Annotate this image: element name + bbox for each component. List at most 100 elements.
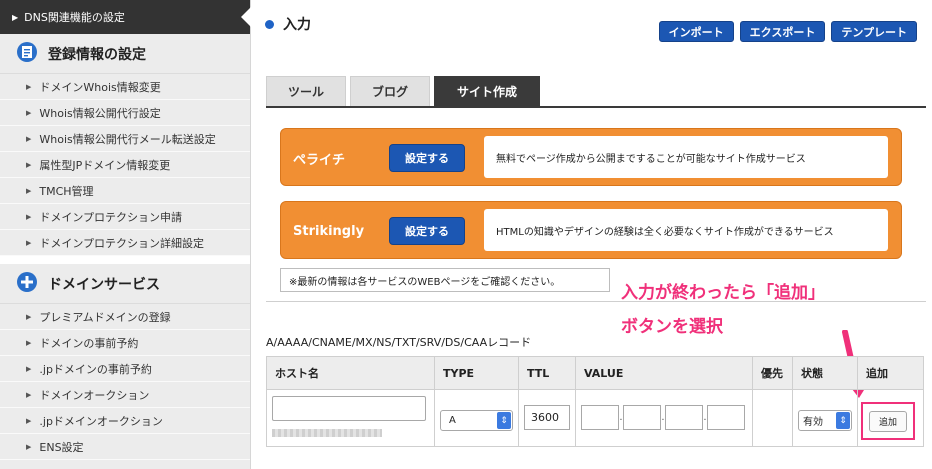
triangle-right-icon: ▶ <box>26 186 32 195</box>
service-description: 無料でページ作成から公開まですることが可能なサイト作成サービス <box>484 136 888 178</box>
column-header: VALUE <box>575 356 753 390</box>
column-header: TTL <box>518 356 576 390</box>
ip-octet-input[interactable] <box>665 405 703 430</box>
configure-button[interactable]: 設定する <box>389 217 465 245</box>
sidebar-item-protection-detail[interactable]: ▶ ドメインプロテクション詳細設定 <box>0 230 250 256</box>
tab-panel: ペライチ 設定する 無料でページ作成から公開まですることが可能なサイト作成サービ… <box>266 106 926 302</box>
record-types-label: A/AAAA/CNAME/MX/NS/TXT/SRV/DS/CAAレコード <box>266 336 532 349</box>
tab-site-builder[interactable]: サイト作成 <box>434 76 540 106</box>
tab-blog[interactable]: ブログ <box>350 76 430 106</box>
column-header: 追加 <box>857 356 924 390</box>
template-button[interactable]: テンプレート <box>831 21 917 42</box>
type-select[interactable]: A ⇕ <box>440 410 513 431</box>
ip-octet-input[interactable] <box>623 405 661 430</box>
ip-address-fields: . . . <box>581 405 747 430</box>
sidebar-item-whois-proxy[interactable]: ▶ Whois情報公開代行設定 <box>0 100 250 126</box>
sidebar-item-label: ドメインプロテクション詳細設定 <box>39 236 205 250</box>
sidebar-item-ens[interactable]: ▶ ENS設定 <box>0 434 250 460</box>
main-content: 入力 インポート エクスポート テンプレート ツール ブログ サイト作成 ペライ… <box>251 0 932 469</box>
add-record-button[interactable]: 追加 <box>869 410 907 432</box>
configure-button[interactable]: 設定する <box>389 144 465 172</box>
triangle-right-icon: ▶ <box>26 108 32 117</box>
host-cell <box>266 389 435 447</box>
service-card-strikingly: Strikingly 設定する HTMLの知識やデザインの経験は全く必要なくサイ… <box>280 201 902 259</box>
sidebar-item-label: Whois情報公開代行メール転送設定 <box>39 132 216 146</box>
sidebar-item-label: ドメインプロテクション申請 <box>39 210 183 224</box>
bullet-dot-icon <box>265 19 274 29</box>
sidebar-item-label: Whois情報公開代行設定 <box>39 106 161 120</box>
triangle-right-icon: ▶ <box>26 442 32 451</box>
host-name-input[interactable] <box>272 396 426 421</box>
sidebar-item-label: .jpドメインの事前予約 <box>39 362 152 376</box>
sidebar-item-whois-mail-forward[interactable]: ▶ Whois情報公開代行メール転送設定 <box>0 126 250 152</box>
host-hint-text <box>272 429 382 437</box>
sidebar-item-whois-change[interactable]: ▶ ドメインWhois情報変更 <box>0 74 250 100</box>
ip-octet-input[interactable] <box>707 405 745 430</box>
sidebar-item-tmch[interactable]: ▶ TMCH管理 <box>0 178 250 204</box>
plus-circle-icon <box>16 271 38 297</box>
sidebar: ▶ DNS関連機能の設定 登録情報の設定 ▶ ドメインWhois情報変更 ▶ Who… <box>0 0 251 469</box>
table-row: A ⇕ 3600 . . . 有効 ⇕ 追加 <box>266 389 924 447</box>
triangle-right-icon: ▶ <box>26 338 32 347</box>
column-header: 優先 <box>752 356 793 390</box>
triangle-right-icon: ▶ <box>26 160 32 169</box>
sidebar-item-jp-auction[interactable]: ▶ .jpドメインオークション <box>0 408 250 434</box>
import-button[interactable]: インポート <box>658 21 734 42</box>
triangle-right-icon: ▶ <box>26 364 32 373</box>
triangle-right-icon: ▶ <box>12 12 19 22</box>
selected-value: 有効 <box>803 417 823 428</box>
status-cell: 有効 ⇕ <box>792 389 858 447</box>
highlight-box: 追加 <box>861 402 915 440</box>
toolbar: インポート エクスポート テンプレート <box>658 21 917 42</box>
column-header: ホスト名 <box>266 356 435 390</box>
page-title: 入力 <box>265 14 311 34</box>
status-select[interactable]: 有効 ⇕ <box>798 410 852 431</box>
priority-cell <box>752 389 793 447</box>
chevron-updown-icon: ⇕ <box>836 412 850 429</box>
annotation-callout: 入力が終わったら「追加」 ボタンを選択 <box>621 276 825 344</box>
sidebar-item-label: .jpドメインオークション <box>39 414 163 428</box>
tab-bar: ツール ブログ サイト作成 <box>266 76 540 106</box>
service-name: Strikingly <box>293 223 365 239</box>
column-header: 状態 <box>792 356 858 390</box>
service-description: HTMLの知識やデザインの経験は全く必要なくサイト作成ができるサービス <box>484 209 888 251</box>
sidebar-item-label: プレミアムドメインの登録 <box>39 310 171 324</box>
ip-octet-input[interactable] <box>581 405 619 430</box>
annotation-line: ボタンを選択 <box>621 317 723 337</box>
document-stack-icon <box>16 41 38 67</box>
page-title-text: 入力 <box>283 17 311 33</box>
chevron-updown-icon: ⇕ <box>497 412 511 429</box>
ttl-input[interactable]: 3600 <box>524 405 570 430</box>
triangle-right-icon: ▶ <box>26 212 32 221</box>
page: ▶ DNS関連機能の設定 登録情報の設定 ▶ ドメインWhois情報変更 ▶ Who… <box>0 0 932 469</box>
column-header: TYPE <box>434 356 519 390</box>
type-cell: A ⇕ <box>434 389 519 447</box>
sidebar-item-protection-apply[interactable]: ▶ ドメインプロテクション申請 <box>0 204 250 230</box>
sidebar-item-auction[interactable]: ▶ ドメインオークション <box>0 382 250 408</box>
sidebar-item-label: ドメインの事前予約 <box>39 336 139 350</box>
selected-value: A <box>449 415 456 426</box>
triangle-right-icon: ▶ <box>26 312 32 321</box>
sidebar-item-label: TMCH管理 <box>39 184 94 198</box>
sidebar-item-pre-reserve[interactable]: ▶ ドメインの事前予約 <box>0 330 250 356</box>
sidebar-item-label: ドメインオークション <box>39 388 150 402</box>
section-title: 登録情報の設定 <box>48 46 146 63</box>
value-cell: . . . <box>575 389 753 447</box>
sidebar-item-dns-settings[interactable]: ▶ DNS関連機能の設定 <box>0 0 251 34</box>
notice-text: ※最新の情報は各サービスのWEBページをご確認ください。 <box>280 268 610 292</box>
triangle-right-icon: ▶ <box>26 416 32 425</box>
sidebar-item-jp-pre-reserve[interactable]: ▶ .jpドメインの事前予約 <box>0 356 250 382</box>
triangle-right-icon: ▶ <box>26 134 32 143</box>
tab-tools[interactable]: ツール <box>266 76 346 106</box>
section-title: ドメインサービス <box>48 276 160 293</box>
record-table: ホスト名 TYPE TTL VALUE 優先 状態 追加 A ⇕ 3600 . … <box>266 356 924 447</box>
triangle-right-icon: ▶ <box>26 390 32 399</box>
sidebar-item-label: ドメインWhois情報変更 <box>39 80 161 94</box>
sidebar-item-premium-domain[interactable]: ▶ プレミアムドメインの登録 <box>0 304 250 330</box>
sidebar-item-label: 属性型JPドメイン情報変更 <box>39 158 171 172</box>
ttl-cell: 3600 <box>518 389 576 447</box>
sidebar-item-label: DNS関連機能の設定 <box>24 11 125 24</box>
sidebar-item-jp-info[interactable]: ▶ 属性型JPドメイン情報変更 <box>0 152 250 178</box>
export-button[interactable]: エクスポート <box>739 21 826 42</box>
sidebar-item-label: ENS設定 <box>39 440 84 454</box>
